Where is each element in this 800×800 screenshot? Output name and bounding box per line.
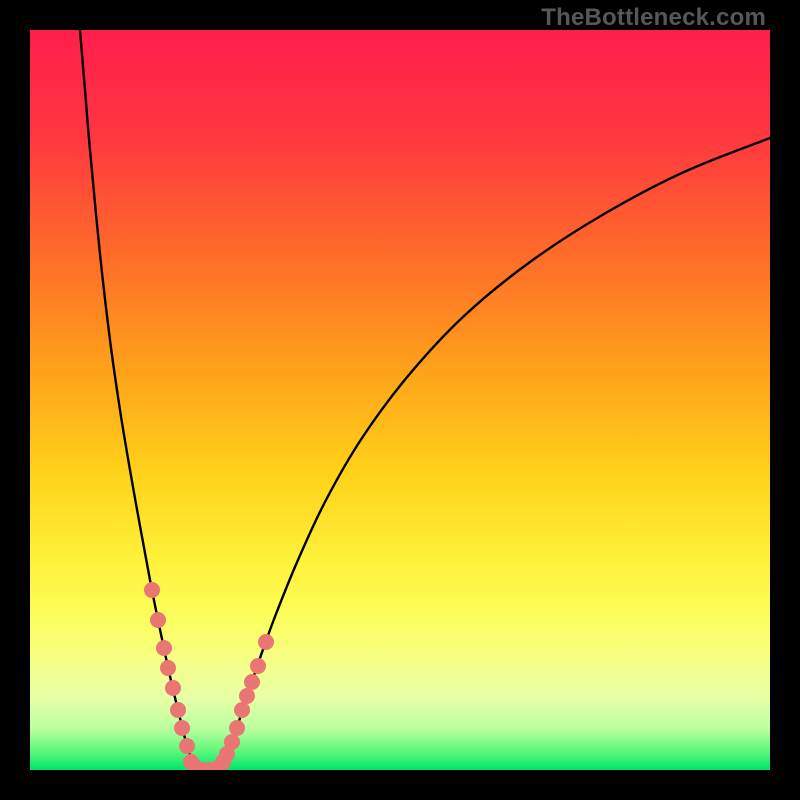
bead — [179, 738, 195, 754]
bead — [144, 582, 160, 598]
bead — [224, 734, 240, 750]
gradient-background — [30, 30, 770, 770]
bead — [229, 720, 245, 736]
bead — [239, 688, 255, 704]
bead — [250, 658, 266, 674]
bead — [174, 720, 190, 736]
bead — [234, 702, 250, 718]
bead — [244, 674, 260, 690]
bead — [160, 660, 176, 676]
bead — [150, 612, 166, 628]
bead — [258, 634, 274, 650]
bead — [165, 680, 181, 696]
bead — [170, 702, 186, 718]
bead — [156, 640, 172, 656]
bottleneck-chart — [30, 30, 770, 770]
watermark-text: TheBottleneck.com — [541, 4, 766, 32]
chart-frame — [30, 30, 770, 770]
